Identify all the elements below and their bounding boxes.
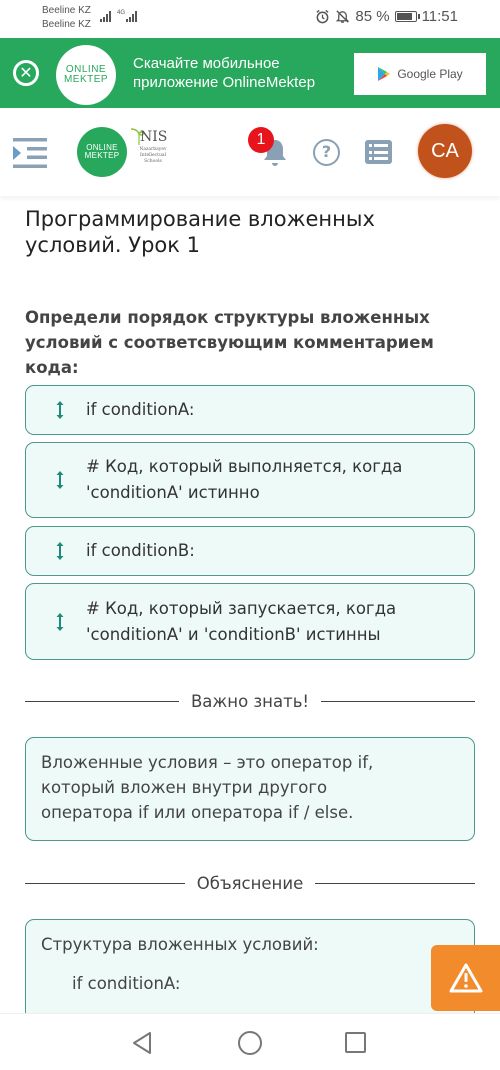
help-circle-icon[interactable]: ? xyxy=(313,139,340,166)
carrier-1: Beeline KZ xyxy=(42,5,91,16)
home-icon[interactable] xyxy=(238,1031,262,1055)
onlinemektep-logo: ONLINE MEKTEP xyxy=(56,45,116,105)
nis-title: NIS xyxy=(140,129,168,145)
order-item-line-2: 'conditionA' и 'conditionB' истинны xyxy=(86,624,381,644)
status-right: 85 % 11:51 xyxy=(315,8,458,25)
warning-icon xyxy=(449,963,482,993)
banner-text-line-2: приложение OnlineMektep xyxy=(133,74,316,91)
order-item-line-1: # Код, который выполняется, когда xyxy=(86,457,403,476)
divider-line xyxy=(315,882,476,885)
nis-logo: NIS Nazarbayev Intellectual Schools xyxy=(128,127,176,179)
explanation-line-1: Структура вложенных условий: xyxy=(41,935,319,954)
system-nav-bar xyxy=(0,1013,500,1070)
battery-percent: 85 % xyxy=(355,8,390,25)
onlinemektep-header-logo[interactable]: ONLINE MEKTEP xyxy=(77,127,127,177)
carrier-labels: Beeline KZ Beeline KZ xyxy=(42,4,91,32)
divider-line xyxy=(25,700,179,703)
battery-icon xyxy=(394,11,420,22)
order-item-line-1: # Код, который запускается, когда xyxy=(86,598,397,618)
signal-icon-4g: 4G xyxy=(117,10,138,22)
network-type: 4G xyxy=(117,10,126,16)
explanation-divider: Объяснение xyxy=(25,874,476,893)
signal-indicators: 4G xyxy=(100,10,138,22)
carrier-2: Beeline KZ xyxy=(42,19,91,30)
nis-subtitle: Nazarbayev Intellectual Schools xyxy=(130,147,176,165)
order-item[interactable]: if conditionA: xyxy=(25,385,475,435)
drag-handle-icon[interactable] xyxy=(56,470,64,490)
important-line-3: оператора if или оператора if / else. xyxy=(41,803,354,822)
notification-badge[interactable]: 1 xyxy=(248,127,274,153)
order-item[interactable]: # Код, который запускается, когда 'condi… xyxy=(25,583,475,660)
nis-subtitle-3: Schools xyxy=(144,159,162,164)
order-item-line-1: if conditionA: xyxy=(86,400,195,419)
report-problem-button[interactable] xyxy=(431,945,500,1011)
important-line-1: Вложенные условия – это оператор if, xyxy=(41,753,374,772)
list-icon[interactable] xyxy=(365,140,392,164)
order-item[interactable]: # Код, который выполняется, когда 'condi… xyxy=(25,442,475,518)
google-play-label: Google Play xyxy=(397,67,463,81)
header-logo-line-2: MEKTEP xyxy=(84,151,120,160)
banner-text: Скачайте мобильное приложение OnlineMekt… xyxy=(133,54,315,92)
status-bar: Beeline KZ Beeline KZ 4G 85 % 11:51 xyxy=(0,0,500,38)
important-heading: Важно знать! xyxy=(190,692,310,711)
recent-apps-icon[interactable] xyxy=(345,1032,366,1053)
clock: 11:51 xyxy=(421,8,458,25)
order-item-line-2: 'conditionA' истинно xyxy=(86,483,260,502)
back-icon[interactable] xyxy=(131,1031,153,1055)
menu-toggle-icon[interactable] xyxy=(13,138,49,168)
important-line-2: который вложен внутри другого xyxy=(41,778,328,797)
app-download-banner: ✕ ONLINE MEKTEP Скачайте мобильное прило… xyxy=(0,38,500,108)
user-avatar[interactable]: CA xyxy=(418,124,472,178)
bell-off-icon xyxy=(336,10,350,23)
lesson-title: Программирование вложенных условий. Урок… xyxy=(25,207,375,257)
google-play-icon xyxy=(378,67,391,81)
order-item-text: # Код, который выполняется, когда 'condi… xyxy=(86,454,402,506)
alarm-icon xyxy=(316,9,329,24)
important-info-box: Вложенные условия – это оператор if, кот… xyxy=(25,737,475,841)
order-item-line-1: if conditionB: xyxy=(86,541,195,560)
divider-line xyxy=(321,700,476,703)
drag-handle-icon[interactable] xyxy=(56,612,64,632)
explanation-heading: Объяснение xyxy=(196,874,304,893)
question-prompt: Определи порядок структуры вложенных усл… xyxy=(25,308,434,377)
signal-icon xyxy=(100,10,111,22)
important-divider: Важно знать! xyxy=(25,692,476,711)
logo-line-2: MEKTEP xyxy=(63,74,109,85)
drag-handle-icon[interactable] xyxy=(56,400,64,420)
order-item-text: # Код, который запускается, когда 'condi… xyxy=(86,596,396,648)
divider-line xyxy=(25,882,185,885)
order-item-text: if conditionB: xyxy=(86,538,195,564)
close-circle-icon[interactable]: ✕ xyxy=(13,60,39,86)
banner-text-line-1: Скачайте мобильное xyxy=(133,55,280,72)
order-item[interactable]: if conditionB: xyxy=(25,526,475,576)
explanation-code-line-1: if conditionA: xyxy=(72,974,181,993)
order-item-text: if conditionA: xyxy=(86,397,194,423)
google-play-button[interactable]: Google Play xyxy=(354,53,486,95)
drag-handle-icon[interactable] xyxy=(56,541,64,561)
